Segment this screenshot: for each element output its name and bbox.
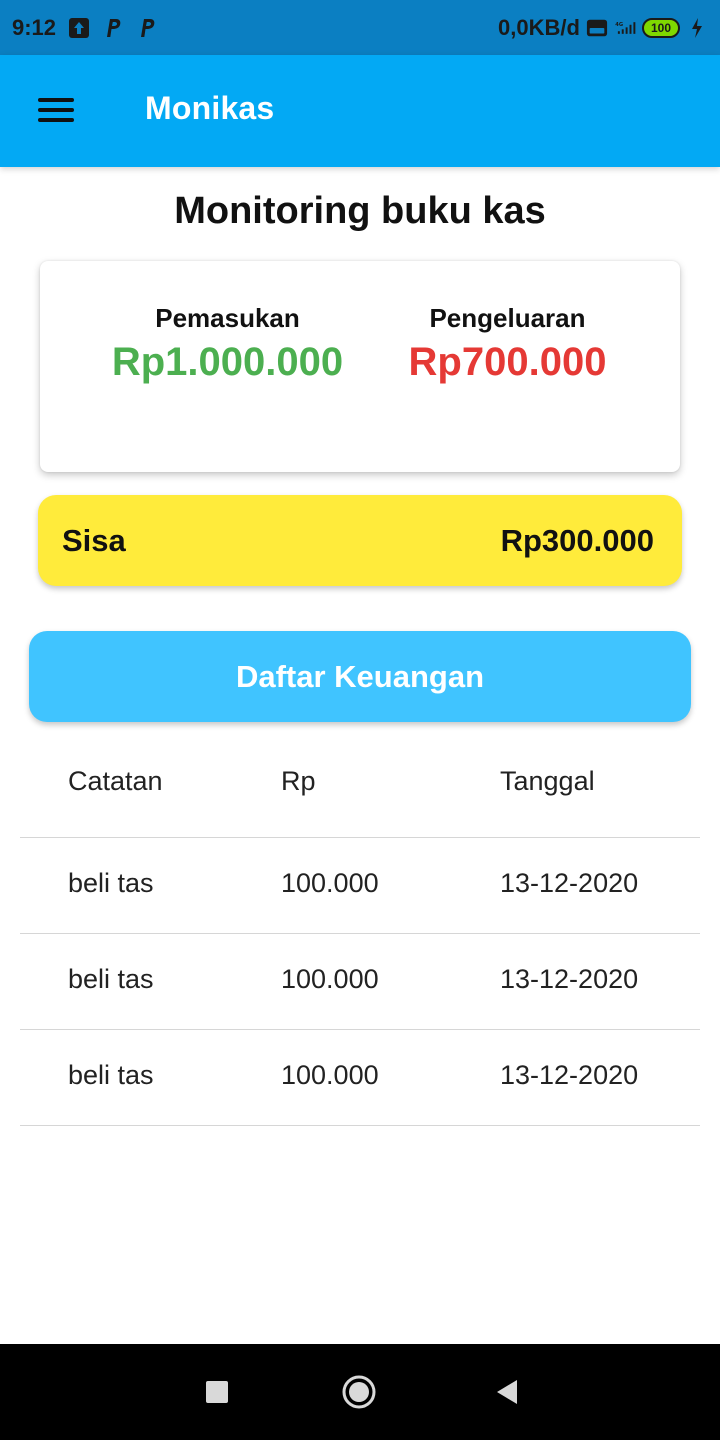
menu-line [38,98,74,102]
transactions-table: Catatan Rp Tanggal beli tas 100.000 13-1… [20,742,700,1126]
column-header-tanggal: Tanggal [500,766,595,796]
table-header-row: Catatan Rp Tanggal [20,742,700,838]
expense-value: Rp700.000 [408,340,607,384]
status-bar: 9:12 0,0KB/d 4G 100 [0,0,720,55]
app-title: Monikas [145,90,275,126]
balance-value: Rp300.000 [500,522,654,558]
cell-catatan: beli tas [68,1060,154,1090]
paypal-notification-icon [136,17,158,39]
column-header-rp: Rp [281,766,316,796]
income-value: Rp1.000.000 [111,340,344,384]
charging-icon [686,17,708,39]
network-speed: 0,0KB/d [498,14,580,40]
table-row[interactable]: beli tas 100.000 13-12-2020 [20,1030,700,1126]
cell-tanggal: 13-12-2020 [500,868,639,898]
cell-rp: 100.000 [281,868,379,898]
cell-tanggal: 13-12-2020 [500,964,639,994]
app-bar: Monikas [0,55,720,167]
table-row[interactable]: beli tas 100.000 13-12-2020 [20,838,700,934]
expense-summary: Pengeluaran Rp700.000 [385,303,630,385]
system-nav-bar [0,1344,720,1440]
balance-label: Sisa [62,522,126,558]
status-left: 9:12 [12,15,158,41]
cell-tanggal: 13-12-2020 [500,1060,639,1090]
status-time: 9:12 [12,14,57,40]
battery-indicator: 100 [641,17,680,38]
menu-line [38,108,74,112]
recent-apps-icon[interactable] [199,1374,235,1410]
table-row[interactable]: beli tas 100.000 13-12-2020 [20,934,700,1030]
paypal-notification-icon [102,17,124,39]
financial-list-button-label: Daftar Keuangan [235,658,485,694]
home-icon[interactable] [341,1374,377,1410]
cell-catatan: beli tas [68,868,154,898]
income-label: Pemasukan [155,303,300,333]
financial-list-button[interactable]: Daftar Keuangan [29,631,691,722]
expense-label: Pengeluaran [429,303,586,333]
upload-notification-icon [68,17,90,39]
page-title: Monitoring buku kas [174,190,546,232]
phone-screen: 9:12 0,0KB/d 4G 100 Monikas Monitoring b… [0,0,720,1440]
status-right: 0,0KB/d 4G 100 [498,15,708,41]
column-header-catatan: Catatan [68,766,163,796]
cell-rp: 100.000 [281,964,379,994]
income-summary: Pemasukan Rp1.000.000 [100,303,355,385]
signal-icon: 4G [614,17,636,39]
hamburger-menu-icon[interactable] [38,95,74,125]
summary-card: Pemasukan Rp1.000.000 Pengeluaran Rp700.… [40,261,680,472]
svg-text:4G: 4G [615,22,623,28]
cell-catatan: beli tas [68,964,154,994]
balance-card: Sisa Rp300.000 [38,495,682,586]
back-icon[interactable] [491,1374,527,1410]
volte-icon [586,17,608,39]
cell-rp: 100.000 [281,1060,379,1090]
menu-line [38,118,74,122]
